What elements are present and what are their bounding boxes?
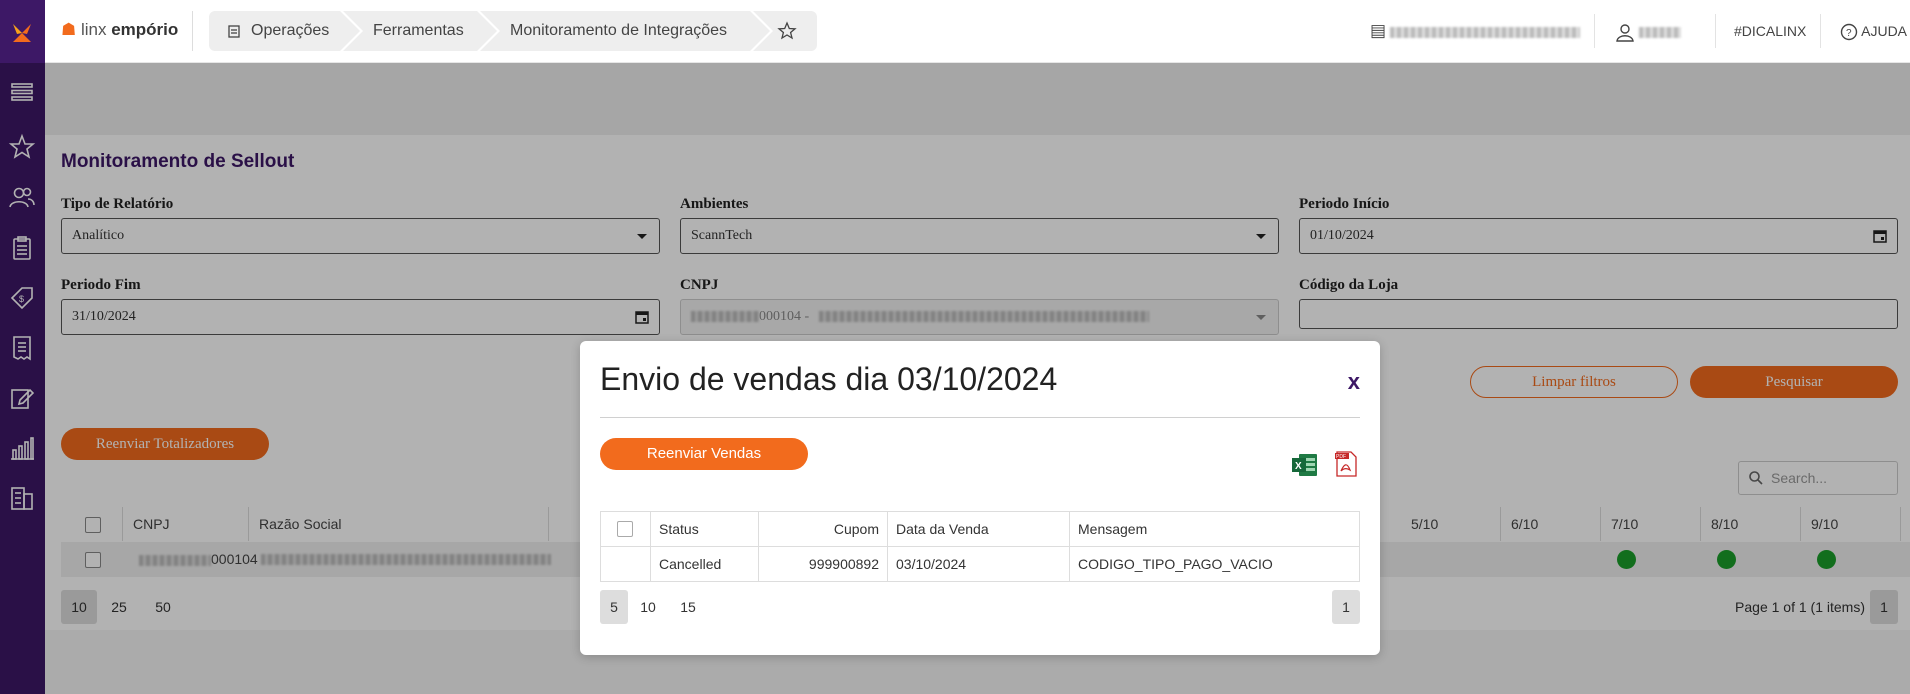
breadcrumb: Operações Ferramentas Monitoramento de I…	[209, 11, 817, 51]
modal-close-button[interactable]: x	[1348, 369, 1360, 395]
svg-text:?: ?	[1846, 28, 1852, 39]
svg-text:PDF: PDF	[1336, 454, 1346, 460]
column-header-mensagem[interactable]: Mensagem	[1070, 512, 1359, 546]
modal-page-1-button[interactable]: 1	[1332, 590, 1360, 624]
sales-table-header: Status Cupom Data da Venda Mensagem	[601, 512, 1359, 547]
user-icon	[1616, 24, 1634, 42]
help-link[interactable]: ? AJUDA	[1840, 0, 1907, 62]
resend-sales-button[interactable]: Reenviar Vendas	[600, 438, 808, 470]
star-icon	[777, 21, 797, 40]
excel-export-icon[interactable]: X	[1291, 452, 1319, 478]
breadcrumb-item-ferramentas[interactable]: Ferramentas	[343, 11, 497, 51]
row-checkbox-cell[interactable]	[601, 547, 651, 581]
dicalinx-link[interactable]: #DICALINX	[1734, 0, 1806, 62]
breadcrumb-item-operacoes[interactable]: Operações	[209, 11, 360, 51]
clipboard-icon	[228, 25, 240, 38]
modal-title: Envio de vendas dia 03/10/2024	[600, 361, 1058, 397]
pdf-export-icon[interactable]: PDF	[1333, 450, 1359, 478]
row-cupom: 999900892	[759, 547, 888, 581]
envio-vendas-modal: Envio de vendas dia 03/10/2024 x Reenvia…	[580, 341, 1380, 655]
table-row[interactable]: Cancelled 999900892 03/10/2024 CODIGO_TI…	[601, 547, 1359, 581]
breadcrumb-item-monitoramento[interactable]: Monitoramento de Integrações	[480, 11, 770, 51]
row-status: Cancelled	[651, 547, 759, 581]
user-name-blurred	[1638, 26, 1681, 38]
modal-page-size-10[interactable]: 10	[632, 590, 664, 624]
store-name-blurred	[1389, 26, 1580, 38]
linx-logo-icon	[13, 24, 31, 42]
brand-divider	[192, 11, 193, 51]
column-header-status[interactable]: Status	[651, 512, 759, 546]
row-data-venda: 03/10/2024	[888, 547, 1070, 581]
modal-divider	[600, 417, 1360, 418]
select-all-checkbox[interactable]	[601, 512, 651, 546]
user-menu[interactable]	[1615, 0, 1681, 62]
row-mensagem: CODIGO_TIPO_PAGO_VACIO	[1078, 556, 1273, 572]
header-divider	[1594, 14, 1595, 48]
column-header-data-venda[interactable]: Data da Venda	[888, 512, 1070, 546]
help-icon: ?	[1840, 24, 1858, 41]
brand-logo: ☗ linx empório	[61, 20, 179, 39]
top-bar: ☗ linx empório Operações Ferramentas Mon…	[45, 0, 1910, 63]
sales-table: Status Cupom Data da Venda Mensagem Canc…	[600, 511, 1360, 582]
header-divider	[1715, 14, 1716, 48]
modal-page-size-15[interactable]: 15	[672, 590, 704, 624]
store-selector[interactable]: ▤	[1370, 0, 1580, 62]
modal-page-size-5[interactable]: 5	[600, 590, 628, 624]
header-divider	[1820, 14, 1821, 48]
store-icon: ▤	[1370, 21, 1387, 40]
svg-text:X: X	[1295, 461, 1302, 472]
basket-icon: ☗	[61, 20, 77, 39]
column-header-cupom[interactable]: Cupom	[759, 512, 888, 546]
